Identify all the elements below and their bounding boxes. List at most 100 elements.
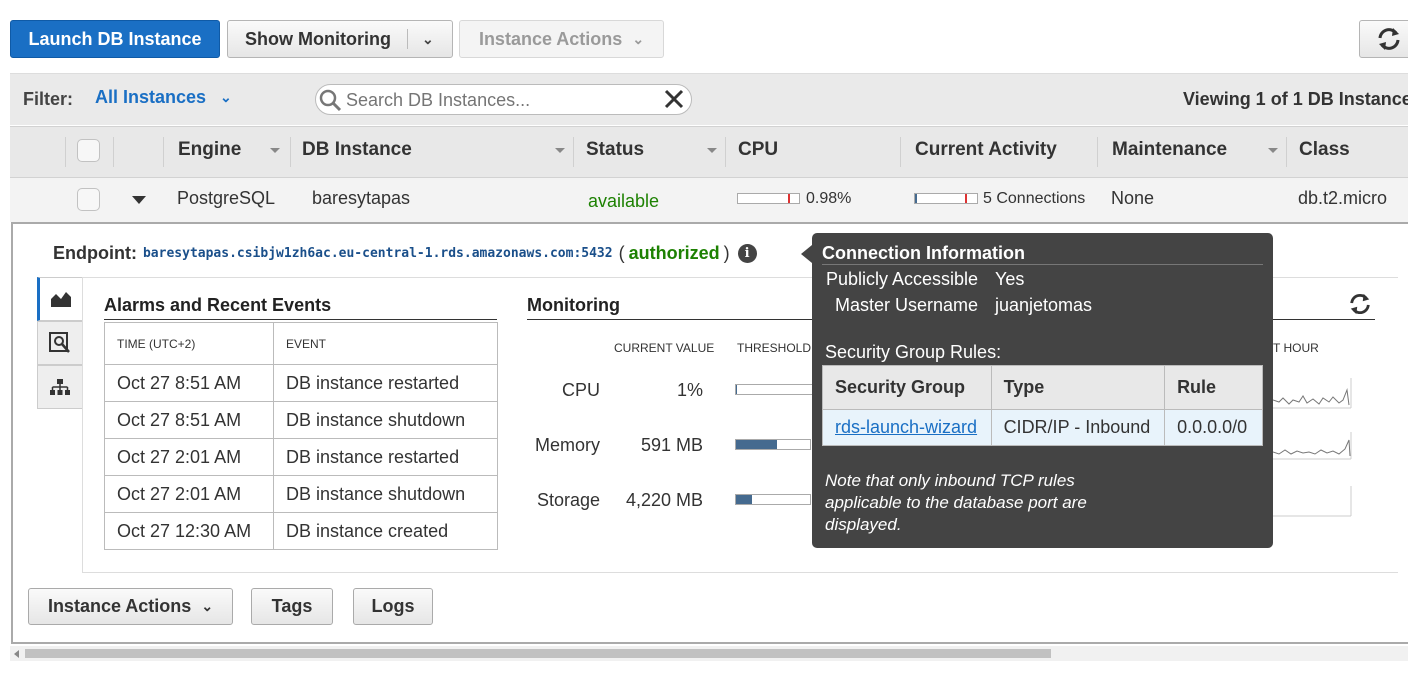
activity-fill <box>915 194 917 203</box>
column-header-class[interactable]: Class <box>1299 139 1350 161</box>
column-header-current-activity[interactable]: Current Activity <box>915 139 1057 161</box>
event-text: DB instance created <box>273 512 498 550</box>
show-monitoring-button[interactable]: Show Monitoring ⌄ <box>227 20 453 58</box>
sort-icon[interactable] <box>1268 148 1278 153</box>
security-group-rules-label: Security Group Rules: <box>825 342 1002 362</box>
tags-button[interactable]: Tags <box>251 588 333 625</box>
scroll-left-arrow-icon[interactable] <box>14 650 19 658</box>
hierarchy-icon <box>50 379 70 395</box>
class-cell: db.t2.micro <box>1298 188 1388 208</box>
column-divider <box>725 137 726 167</box>
sg-header-group: Security Group <box>822 365 992 410</box>
table-row: rds-launch-wizard CIDR/IP - Inbound 0.0.… <box>822 409 1263 446</box>
event-time: Oct 27 8:51 AM <box>104 364 274 402</box>
chevron-down-icon: ⌄ <box>632 30 645 47</box>
scrollbar-thumb[interactable] <box>25 649 1051 658</box>
inspect-icon <box>49 332 70 353</box>
search-input[interactable] <box>346 88 646 112</box>
column-header-cpu[interactable]: CPU <box>738 139 778 161</box>
instance-actions-button-top[interactable]: Instance Actions ⌄ <box>459 20 664 58</box>
last-hour-header: T HOUR <box>1273 341 1319 355</box>
authorized-status: authorized <box>628 243 720 263</box>
refresh-button[interactable] <box>1359 20 1408 58</box>
instance-actions-label: Instance Actions <box>47 596 192 616</box>
metric-bar-fill <box>736 440 777 449</box>
column-divider <box>290 137 291 167</box>
event-time: Oct 27 12:30 AM <box>104 512 274 550</box>
info-icon[interactable]: i <box>737 244 757 263</box>
maintenance-cell: None <box>1111 188 1155 208</box>
activity-bar <box>914 193 978 204</box>
close-icon[interactable] <box>664 89 684 109</box>
launch-db-instance-button[interactable]: Launch DB Instance <box>10 20 220 58</box>
alarms-title: Alarms and Recent Events <box>104 295 332 315</box>
cpu-bar <box>737 193 800 204</box>
table-row: Oct 27 12:30 AM DB instance created <box>104 512 498 550</box>
column-divider <box>573 137 574 167</box>
refresh-icon[interactable] <box>1347 292 1373 316</box>
tab-monitoring[interactable] <box>37 277 82 321</box>
metric-bar-fill <box>736 385 737 394</box>
master-username-label: Master Username <box>835 295 979 315</box>
metric-name: Memory <box>535 435 601 455</box>
metric-name: CPU <box>562 380 601 400</box>
publicly-accessible-label: Publicly Accessible <box>826 269 979 289</box>
metric-bar <box>735 439 811 450</box>
metric-name: Storage <box>537 490 601 510</box>
events-header-event: EVENT <box>273 322 498 365</box>
cpu-cell: 0.98% <box>806 190 852 207</box>
tab-topology[interactable] <box>37 365 82 409</box>
chevron-down-icon[interactable]: ⌄ <box>422 31 434 48</box>
row-checkbox[interactable] <box>77 188 100 211</box>
table-row: Oct 27 2:01 AM DB instance restarted <box>104 438 498 476</box>
security-group-link[interactable]: rds-launch-wizard <box>822 409 992 446</box>
event-text: DB instance shutdown <box>273 401 498 439</box>
security-group-table: Security Group Type Rule rds-launch-wiza… <box>822 365 1263 446</box>
select-all-checkbox[interactable] <box>77 139 100 162</box>
cpu-sparkline <box>1273 378 1352 409</box>
column-header-maintenance[interactable]: Maintenance <box>1112 139 1227 161</box>
sg-type: CIDR/IP - Inbound <box>990 409 1166 446</box>
metric-value: 4,220 MB <box>626 490 704 510</box>
publicly-accessible-value: Yes <box>995 269 1025 289</box>
sort-icon[interactable] <box>555 148 565 153</box>
endpoint-row: Endpoint: baresytapas.csibjw1zh6ac.eu-ce… <box>53 243 757 264</box>
activity-threshold-mark <box>965 194 967 203</box>
event-text: DB instance restarted <box>273 438 498 476</box>
event-text: DB instance restarted <box>273 364 498 402</box>
filter-label: Filter: <box>23 89 74 109</box>
endpoint-value[interactable]: baresytapas.csibjw1zh6ac.eu-central-1.rd… <box>143 246 613 261</box>
events-header-time: TIME (UTC+2) <box>104 322 274 365</box>
instance-actions-label: Instance Actions <box>478 28 623 49</box>
chevron-down-icon: ⌄ <box>201 598 214 614</box>
tab-details[interactable] <box>37 321 82 365</box>
column-header-db-instance[interactable]: DB Instance <box>302 139 412 161</box>
sort-icon[interactable] <box>270 148 280 153</box>
viewing-count: Viewing 1 of 1 DB Instances <box>1183 89 1408 109</box>
event-time: Oct 27 2:01 AM <box>104 475 274 513</box>
column-divider <box>900 137 901 167</box>
refresh-icon <box>1378 28 1400 50</box>
column-header-engine[interactable]: Engine <box>178 139 241 161</box>
master-username-value: juanjetomas <box>995 295 1093 315</box>
expand-caret-icon[interactable] <box>132 196 146 204</box>
current-value-header: CURRENT VALUE <box>614 341 715 355</box>
engine-cell: PostgreSQL <box>177 188 276 208</box>
column-header-status[interactable]: Status <box>586 139 644 161</box>
sg-rule: 0.0.0.0/0 <box>1164 409 1263 446</box>
sort-icon[interactable] <box>707 148 717 153</box>
metric-value: 591 MB <box>641 435 704 455</box>
logs-button[interactable]: Logs <box>353 588 433 625</box>
metric-bar <box>735 494 811 505</box>
area-chart-icon <box>51 292 71 307</box>
paren-open: ( <box>618 243 625 263</box>
alarms-rule <box>104 319 497 320</box>
instance-actions-button[interactable]: Instance Actions ⌄ <box>28 588 233 625</box>
metric-value: 1% <box>677 380 704 400</box>
db-instance-cell[interactable]: baresytapas <box>312 188 410 209</box>
memory-sparkline <box>1273 432 1352 460</box>
filter-dropdown[interactable]: All Instances ⌄ <box>95 87 232 108</box>
column-divider <box>1097 137 1098 167</box>
popover-note: Note that only inbound TCP rules applica… <box>825 471 1087 534</box>
storage-sparkline <box>1273 486 1352 517</box>
